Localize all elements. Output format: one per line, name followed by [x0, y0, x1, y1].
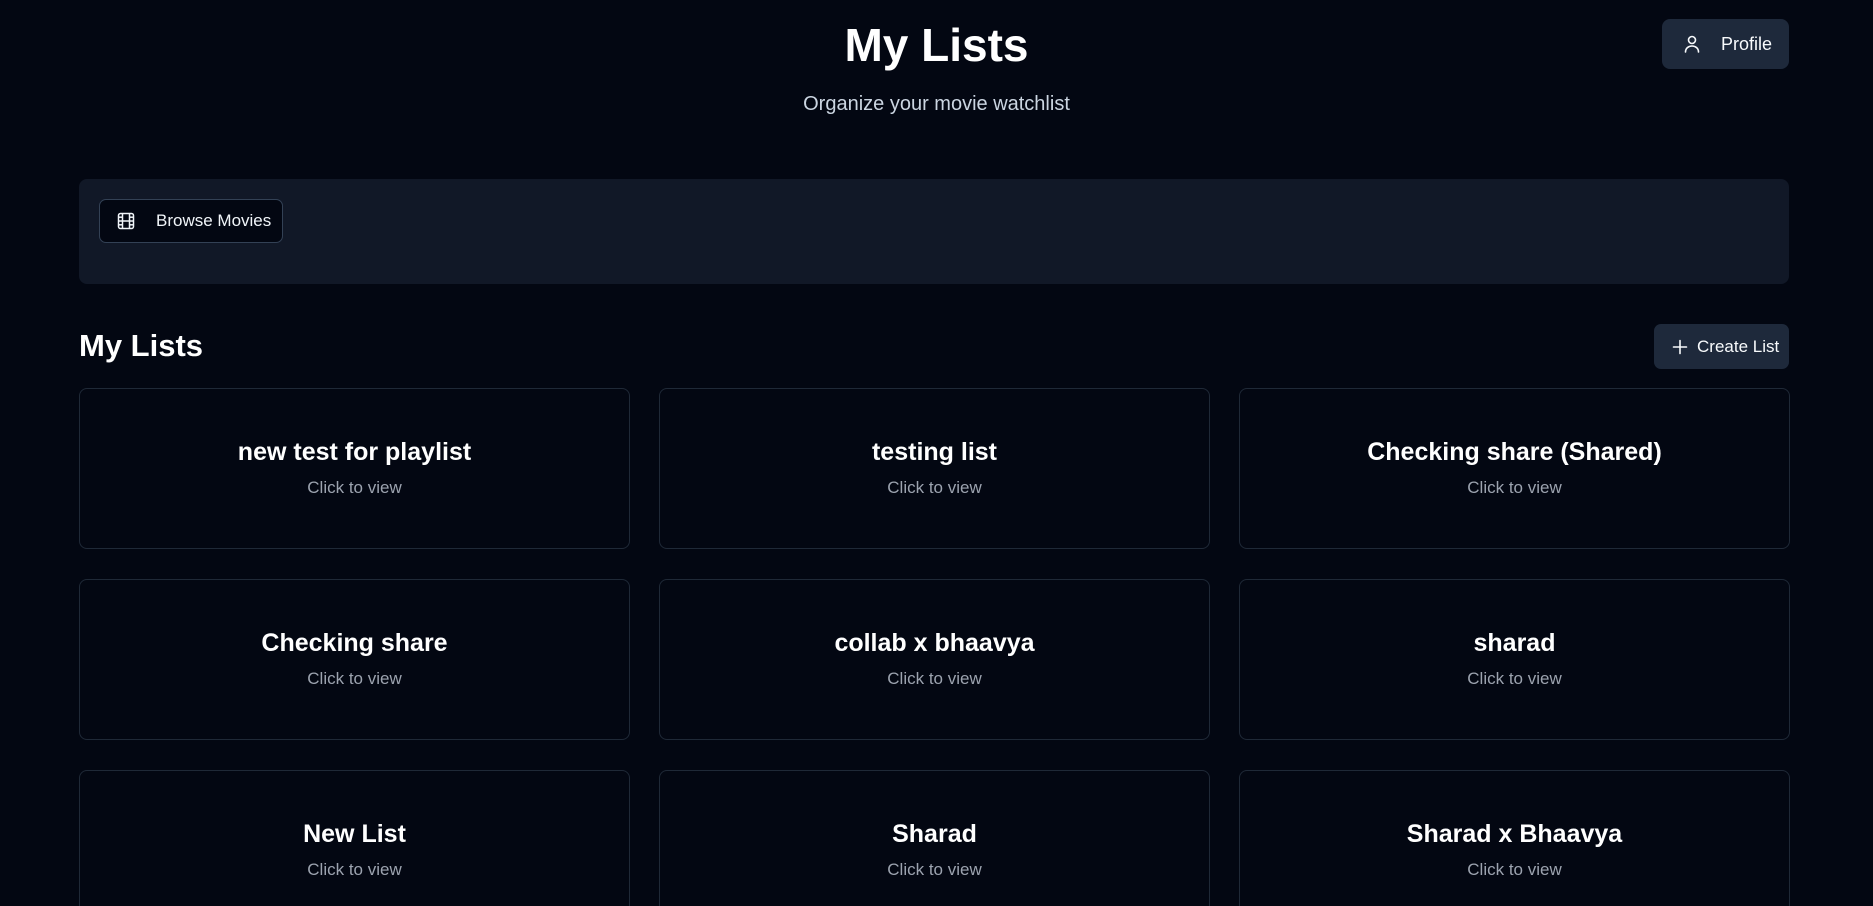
list-card-title: Checking share (Shared): [1367, 438, 1662, 466]
list-card-title: collab x bhaavya: [834, 629, 1035, 657]
list-card-title: testing list: [871, 438, 997, 466]
list-card-title: Sharad: [892, 820, 977, 848]
page-subtitle: Organize your movie watchlist: [803, 93, 1070, 115]
list-card[interactable]: collab x bhaavya Click to view: [659, 579, 1210, 740]
list-card-hint: Click to view: [887, 478, 982, 497]
list-card-hint: Click to view: [307, 478, 402, 497]
list-card[interactable]: new test for playlist Click to view: [79, 388, 630, 549]
create-list-label: Create List: [1697, 336, 1780, 356]
create-list-button[interactable]: Create List: [1654, 324, 1789, 369]
browse-movies-button[interactable]: Browse Movies: [99, 199, 283, 243]
user-icon: [1682, 34, 1702, 54]
list-card[interactable]: Checking share (Shared) Click to view: [1239, 388, 1790, 549]
page-header: My Lists Organize your movie watchlist P…: [0, 0, 1873, 140]
list-card[interactable]: Sharad Click to view: [659, 770, 1210, 906]
plus-icon: [1671, 338, 1689, 356]
list-card-hint: Click to view: [1467, 860, 1562, 879]
profile-button-label: Profile: [1721, 33, 1773, 54]
list-card-title: new test for playlist: [237, 438, 472, 466]
section-title: My Lists: [79, 328, 204, 363]
profile-button[interactable]: Profile: [1662, 19, 1789, 69]
list-card-hint: Click to view: [307, 669, 402, 688]
list-card-title: Sharad x Bhaavya: [1406, 820, 1623, 848]
film-icon: [116, 211, 136, 231]
list-card-hint: Click to view: [887, 860, 982, 879]
list-grid: new test for playlist Click to view test…: [79, 388, 1790, 906]
list-card[interactable]: Sharad x Bhaavya Click to view: [1239, 770, 1790, 906]
list-card-title: New List: [303, 820, 406, 848]
list-card-hint: Click to view: [887, 669, 982, 688]
list-card[interactable]: New List Click to view: [79, 770, 630, 906]
list-card-hint: Click to view: [307, 860, 402, 879]
page-title: My Lists: [844, 19, 1029, 71]
page: My Lists Organize your movie watchlist P…: [0, 0, 1873, 906]
list-card[interactable]: sharad Click to view: [1239, 579, 1790, 740]
list-card[interactable]: Checking share Click to view: [79, 579, 630, 740]
browse-movies-label: Browse Movies: [156, 211, 272, 230]
list-card-hint: Click to view: [1467, 478, 1562, 497]
list-card-title: Checking share: [261, 629, 448, 657]
list-card[interactable]: testing list Click to view: [659, 388, 1210, 549]
list-card-title: sharad: [1473, 629, 1556, 657]
toolbar-panel: Browse Movies: [79, 179, 1789, 284]
list-card-hint: Click to view: [1467, 669, 1562, 688]
